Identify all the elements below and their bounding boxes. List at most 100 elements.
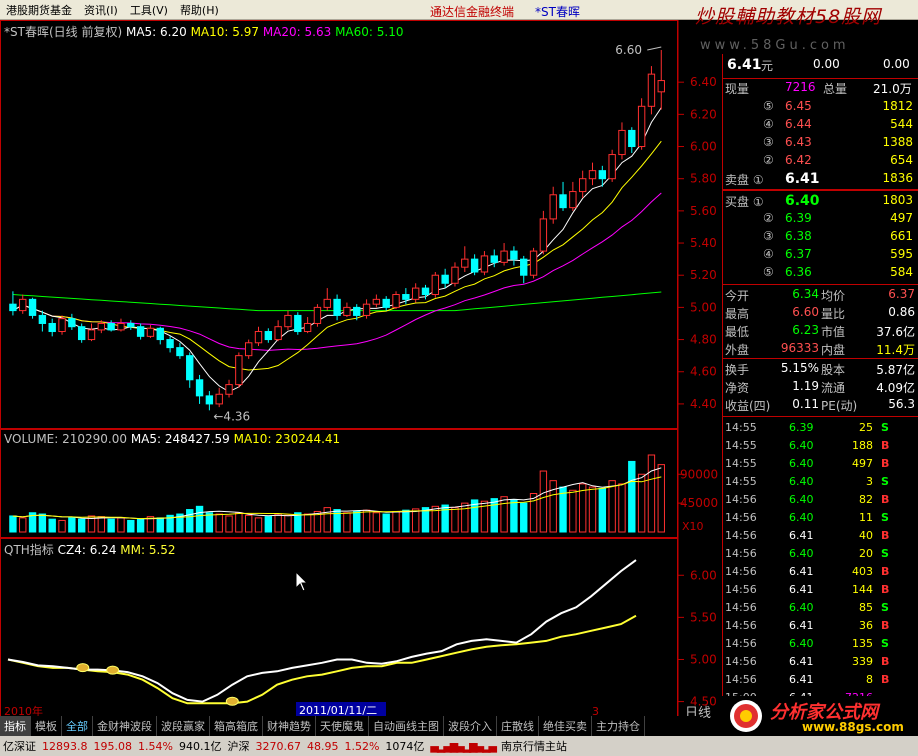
indicator-tab[interactable]: 金财神波段 xyxy=(93,716,157,736)
indicator-tab[interactable]: 自动画线主图 xyxy=(369,716,444,736)
sell-level-price: 6.45 xyxy=(785,99,812,113)
signal-dot xyxy=(76,663,90,673)
high-label: 6.60 xyxy=(615,43,642,57)
kline-chart-area[interactable]: 6.40 6.20 6.00 5.80 5.60 5.40 5.20 5.00 4.80 4.60… xyxy=(0,20,722,718)
buy-level-3[interactable]: ③ 6.38 661 xyxy=(723,228,918,246)
volume-bar xyxy=(490,498,498,533)
buy-level-5[interactable]: ⑤ 6.36 584 xyxy=(723,264,918,282)
indicator-tab[interactable]: 主力持仓 xyxy=(592,716,645,736)
volume-bar xyxy=(48,518,56,533)
candle-body xyxy=(48,322,56,333)
price-panel-frame xyxy=(0,20,678,429)
stat-label-2: 流通 xyxy=(821,381,846,395)
candle-body xyxy=(431,274,440,296)
stat-label: 今开 xyxy=(725,289,750,303)
tick-time: 14:55 xyxy=(725,475,757,488)
candle-body xyxy=(274,326,282,341)
indicator-tab[interactable]: 波段赢家 xyxy=(157,716,210,736)
candle-body xyxy=(166,339,174,349)
candle-body xyxy=(372,298,381,305)
tick-direction: B xyxy=(881,619,890,632)
tick-price: 6.40 xyxy=(789,547,814,560)
sell-level-3[interactable]: ③ 6.43 1388 xyxy=(723,134,918,152)
candle-body xyxy=(9,303,17,312)
cz4-label: CZ4: 6.24 xyxy=(57,543,117,557)
indicator-tab[interactable]: 模板 xyxy=(31,716,62,736)
stats-row: 今开 6.34 均价 6.37 xyxy=(723,286,918,304)
candle-body xyxy=(58,318,66,333)
indicator-tab[interactable]: 波段介入 xyxy=(444,716,497,736)
indicator-tab[interactable]: 天使魔鬼 xyxy=(316,716,369,736)
indicator-tab[interactable]: 全部 xyxy=(62,716,93,736)
tick-volume: 135 xyxy=(852,637,873,650)
tick-volume: 403 xyxy=(852,565,873,578)
candle-body xyxy=(578,178,587,193)
tick-price: 6.41 xyxy=(789,673,814,686)
server-name[interactable]: 南京行情主站 xyxy=(498,738,570,754)
ma60-label: MA60: 5.10 xyxy=(335,25,404,39)
buy-level-1[interactable]: 买盘 ① 6.40 1803 xyxy=(723,192,918,210)
candle-body xyxy=(549,194,557,220)
stats-row: 收益(四) 0.11 PE(动) 56.3 xyxy=(723,396,918,414)
low-label: ←4.36 xyxy=(213,409,250,423)
volume-bar xyxy=(588,486,597,533)
menu-item-hk[interactable]: 港股期货基金 xyxy=(0,2,78,18)
menu-item-news[interactable]: 资讯(I) xyxy=(78,2,124,18)
indicator-tab[interactable]: 箱高箱底 xyxy=(210,716,263,736)
sell-level-4[interactable]: ④ 6.44 544 xyxy=(723,116,918,134)
tick-volume: 40 xyxy=(859,529,873,542)
signal-bars-icon: ▄▂▄▆▄▂▆▄▂▄ xyxy=(430,739,497,753)
menu-item-tools[interactable]: 工具(V) xyxy=(124,2,174,18)
sz-amount: 940.1亿 xyxy=(178,740,222,753)
volume-bar xyxy=(362,509,371,533)
volume-bar xyxy=(510,499,518,533)
menu-item-help[interactable]: 帮助(H) xyxy=(174,2,225,18)
indicator-tab[interactable]: 指标 xyxy=(0,716,31,736)
sell-level-1[interactable]: 卖盘 ① 6.41 1836 xyxy=(723,170,918,188)
buy-level-label: ④ xyxy=(763,247,774,261)
buy-level-4[interactable]: ④ 6.37 595 xyxy=(723,246,918,264)
tick-direction: B xyxy=(881,457,890,470)
sell-level-price: 6.43 xyxy=(785,135,812,149)
volume-bar xyxy=(520,502,528,533)
candle-body xyxy=(284,314,292,328)
tick-time: 14:56 xyxy=(725,619,757,632)
sell-level-price: 6.44 xyxy=(785,117,812,131)
tick-time: 14:56 xyxy=(725,601,757,614)
stat-label-2: 均价 xyxy=(821,289,846,303)
tick-volume: 3 xyxy=(866,475,873,488)
volume-bar xyxy=(529,493,538,533)
candle-body xyxy=(628,129,636,148)
indicator-tab[interactable]: 绝佳买卖 xyxy=(539,716,592,736)
price-tick-label: 5.20 xyxy=(690,268,717,282)
candle-body xyxy=(353,306,361,316)
volume-bar xyxy=(618,483,626,533)
volume-bar xyxy=(411,508,420,533)
stat-value-2: 6.37 xyxy=(888,287,915,301)
tick-volume: 188 xyxy=(852,439,873,452)
indicator-tab[interactable]: 财神趋势 xyxy=(263,716,316,736)
candle-body xyxy=(195,379,204,397)
sell-level-5[interactable]: ⑤ 6.45 1812 xyxy=(723,98,918,116)
candle-body xyxy=(136,326,145,337)
indicator-tab[interactable]: 庄散线 xyxy=(497,716,539,736)
volume-bar xyxy=(186,509,194,533)
price-tick-label: 5.60 xyxy=(690,204,717,218)
quote-price-row: 6.41 元 0.00 0.00 xyxy=(723,56,918,74)
stat-value-2: 56.3 xyxy=(888,397,915,411)
tick-row: 14:56 6.40 85 S xyxy=(723,600,918,618)
hs-pct: 1.52% xyxy=(344,739,380,753)
tick-row: 14:56 6.41 339 B xyxy=(723,654,918,672)
candle-body xyxy=(480,255,489,273)
tick-price: 6.40 xyxy=(789,439,814,452)
sell-level-label: ③ xyxy=(763,135,774,149)
price-tick-label: 4.60 xyxy=(690,365,717,379)
buy-level-2[interactable]: ② 6.39 497 xyxy=(723,210,918,228)
candle-body xyxy=(117,322,125,331)
sell-level-2[interactable]: ② 6.42 654 xyxy=(723,152,918,170)
tick-volume: 36 xyxy=(859,619,873,632)
volume-bar xyxy=(117,517,125,533)
price-tick-label: 5.00 xyxy=(690,300,717,314)
tick-direction: S xyxy=(881,475,889,488)
mm-line xyxy=(7,614,637,705)
